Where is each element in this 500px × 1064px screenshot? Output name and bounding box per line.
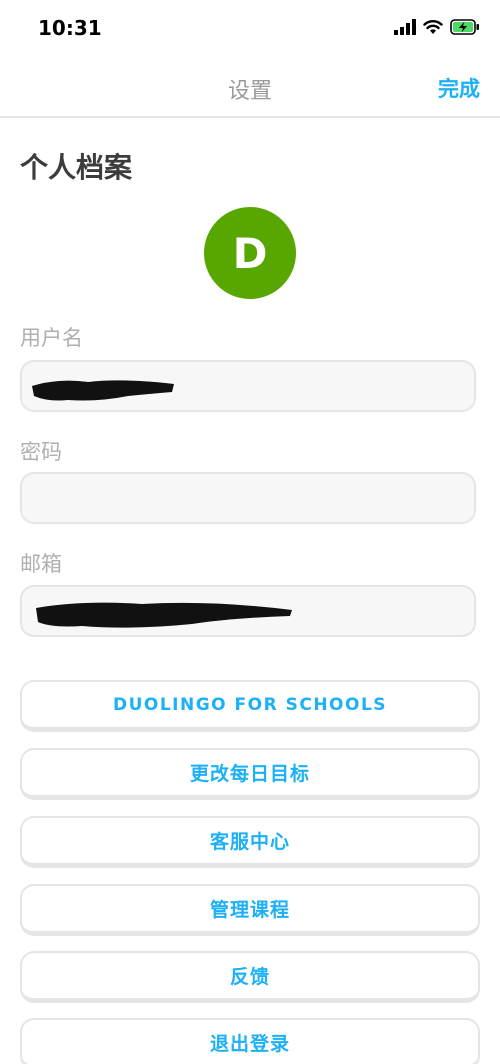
done-button[interactable]: 完成 bbox=[438, 73, 480, 103]
avatar[interactable]: D bbox=[204, 207, 296, 299]
cellular-signal-icon bbox=[394, 19, 416, 35]
username-label: 用户名 bbox=[20, 326, 83, 350]
email-input[interactable] bbox=[20, 585, 476, 637]
password-input[interactable] bbox=[20, 472, 476, 524]
change-daily-goal-button[interactable]: 更改每日目标 bbox=[20, 748, 480, 800]
manage-courses-button[interactable]: 管理课程 bbox=[20, 884, 480, 936]
status-icons bbox=[394, 19, 480, 35]
help-center-button[interactable]: 客服中心 bbox=[20, 816, 480, 868]
feedback-button[interactable]: 反馈 bbox=[20, 951, 480, 1003]
profile-section-title: 个人档案 bbox=[20, 151, 133, 184]
password-label: 密码 bbox=[20, 440, 62, 464]
settings-screen: 10:31 设置 完成 个人档案 D 用户名 密码 邮箱 DUOLINGO FO… bbox=[0, 0, 500, 1064]
duolingo-for-schools-button[interactable]: DUOLINGO FOR SCHOOLS bbox=[20, 680, 480, 732]
email-label: 邮箱 bbox=[20, 552, 62, 576]
page-title: 设置 bbox=[227, 79, 272, 104]
wifi-icon bbox=[423, 20, 443, 34]
status-time: 10:31 bbox=[38, 16, 102, 40]
logout-button[interactable]: 退出登录 bbox=[20, 1018, 480, 1064]
battery-charging-icon bbox=[450, 19, 479, 35]
username-input[interactable] bbox=[20, 360, 476, 412]
status-bar: 10:31 bbox=[0, 0, 500, 58]
nav-bar: 设置 完成 bbox=[0, 58, 500, 118]
